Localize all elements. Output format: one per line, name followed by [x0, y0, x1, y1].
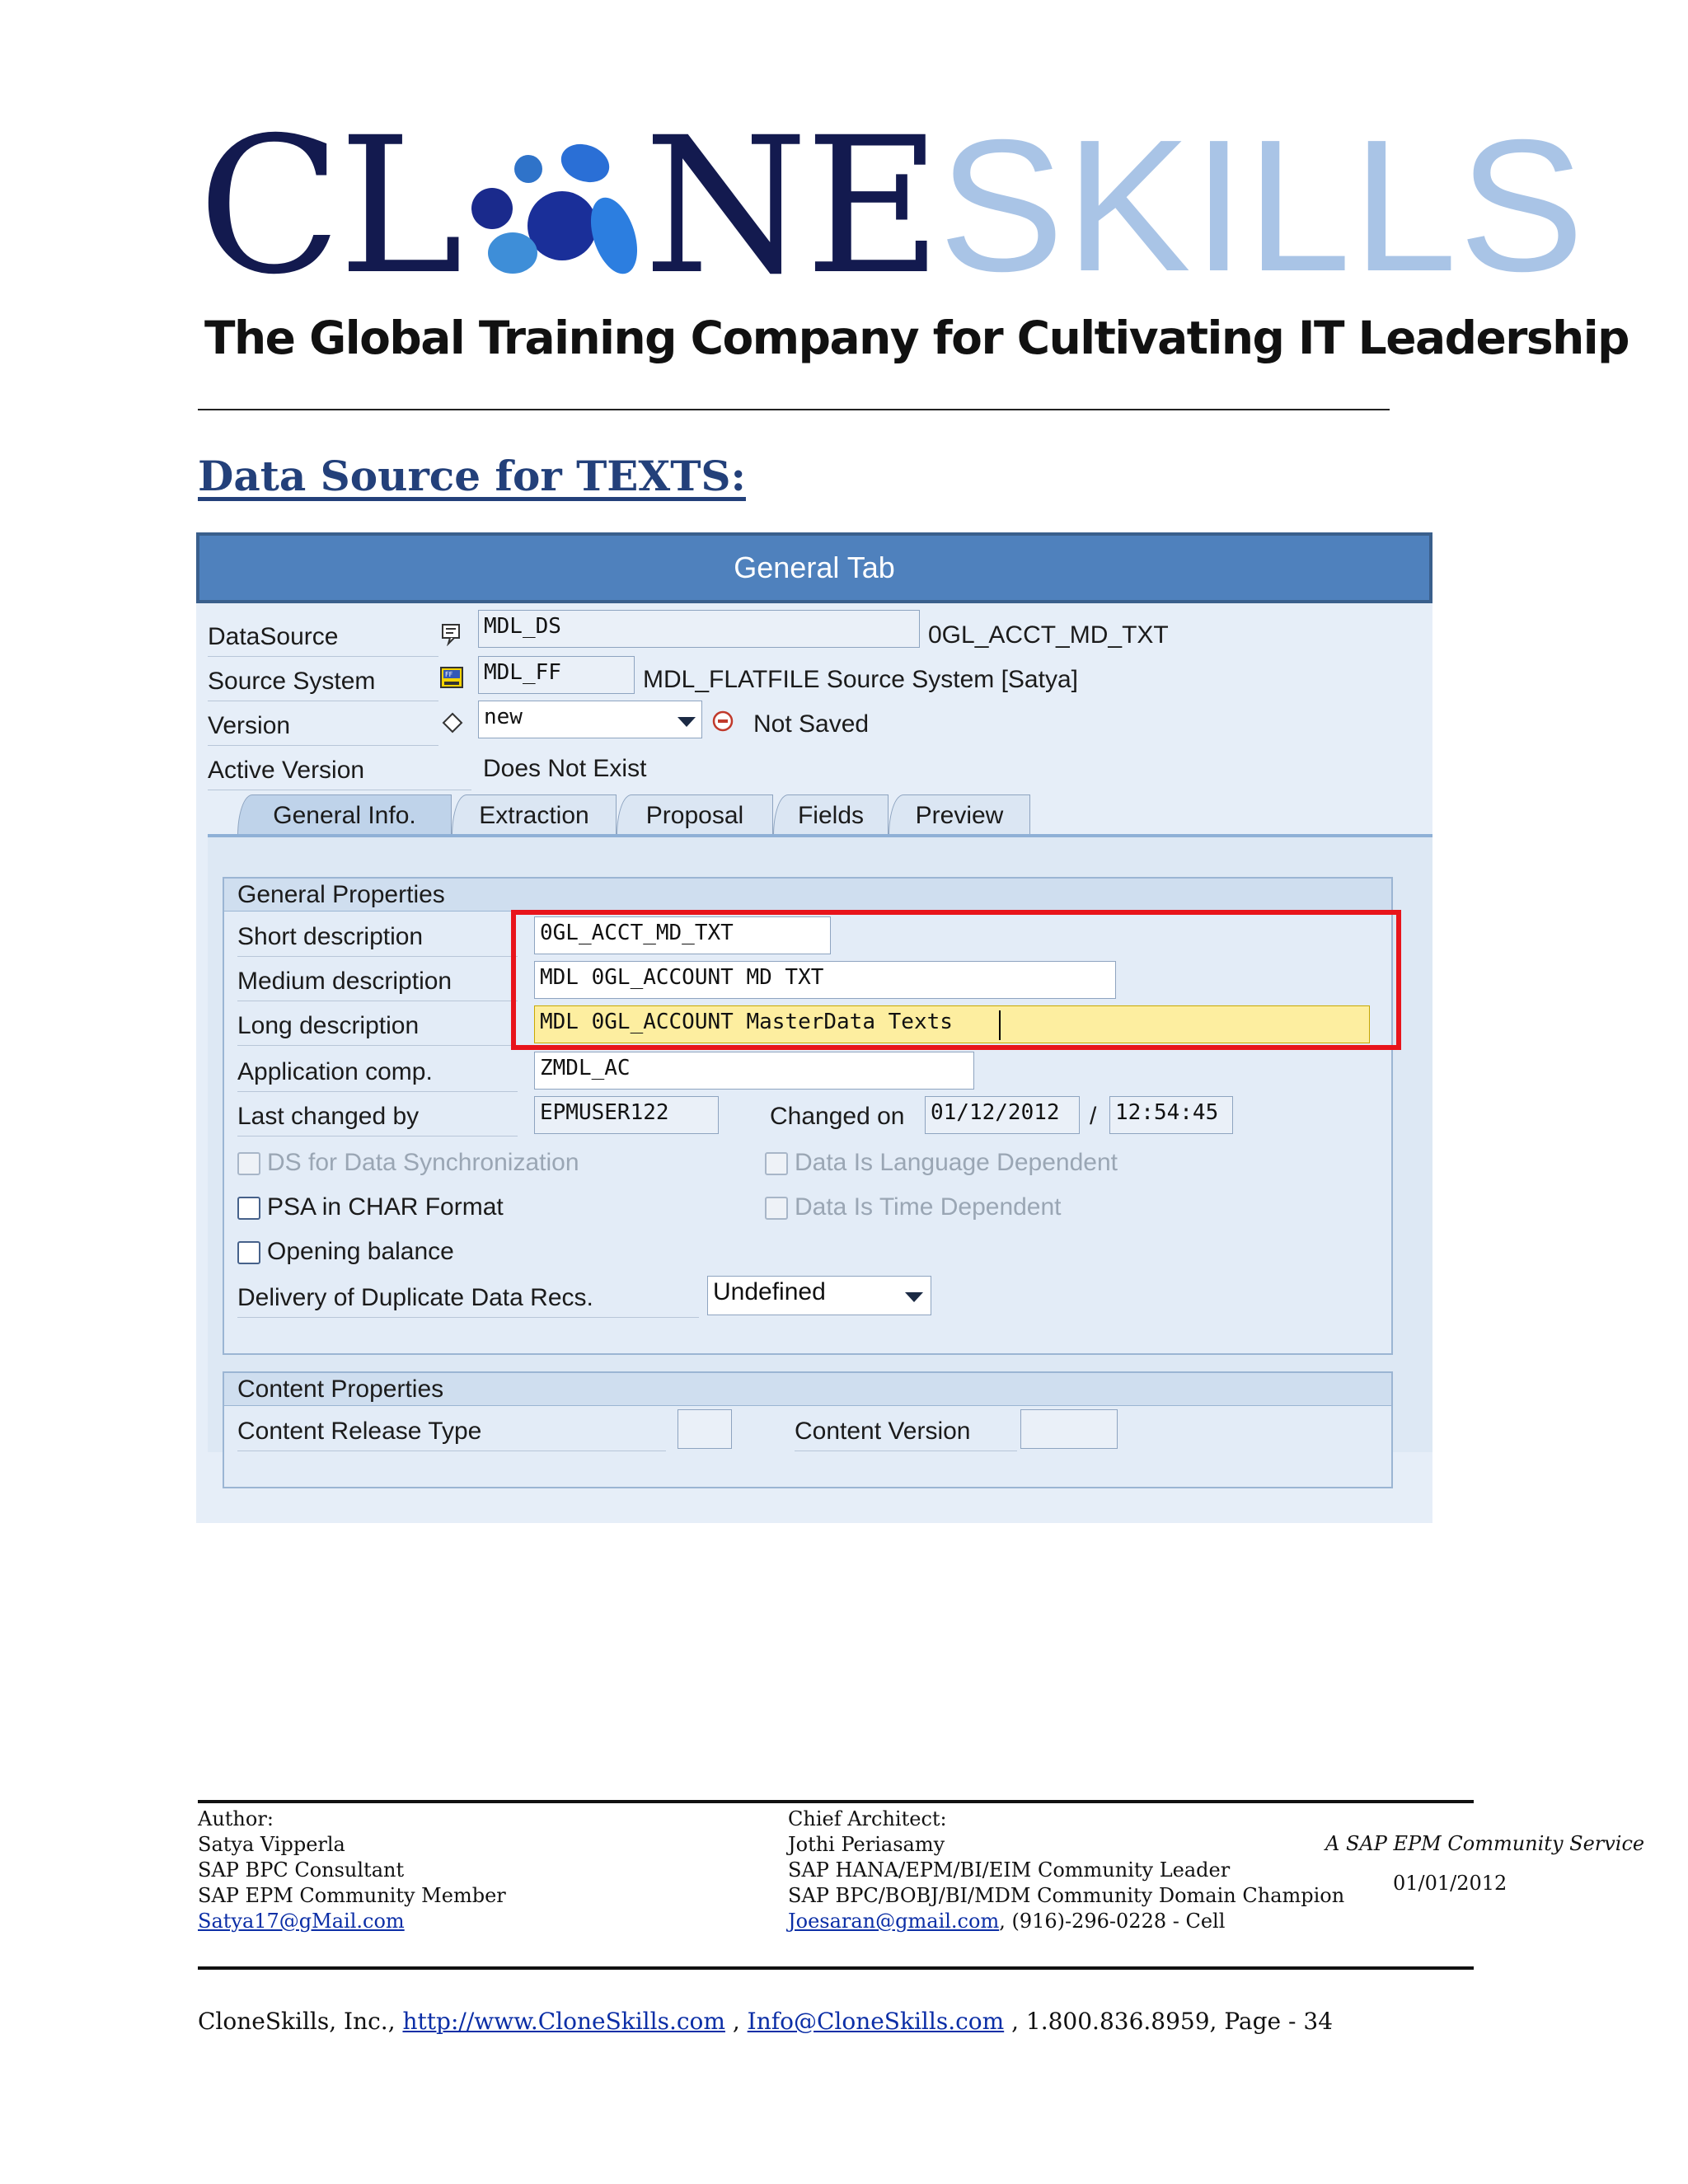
source-system-label: Source System [208, 668, 376, 695]
tab-general-info[interactable]: General Info. [237, 794, 452, 836]
ds-sync-label: DS for Data Synchronization [267, 1149, 579, 1176]
delivery-duplicate-select[interactable]: Undefined [707, 1276, 931, 1315]
phone-and-page: , 1.800.836.8959, Page - 34 [1004, 2008, 1334, 2035]
tab-preview[interactable]: Preview [889, 794, 1030, 836]
architect-role-2: SAP BPC/BOBJ/BI/MDM Community Domain Cha… [788, 1884, 1345, 1907]
window-title: General Tab [196, 532, 1432, 603]
version-dropdown-icon[interactable] [678, 717, 696, 727]
medium-description-label: Medium description [237, 968, 452, 995]
author-role-1: SAP BPC Consultant [198, 1858, 405, 1882]
svg-text:FF: FF [445, 671, 453, 678]
last-changed-by-field: EPMUSER122 [534, 1096, 719, 1134]
general-properties-title: General Properties [224, 879, 1391, 912]
community-service: A SAP EPM Community Service [1325, 1832, 1645, 1855]
language-dependent-checkbox [765, 1152, 788, 1175]
time-dependent-label: Data Is Time Dependent [795, 1193, 1062, 1221]
author-role-2: SAP EPM Community Member [198, 1884, 506, 1907]
website-link[interactable]: http://www.CloneSkills.com [403, 2008, 725, 2035]
architect-phone: , (916)-296-0228 - Cell [999, 1910, 1226, 1933]
delivery-dropdown-icon[interactable] [905, 1292, 923, 1302]
flatfile-system-icon[interactable]: FF [438, 664, 467, 692]
content-properties-title: Content Properties [224, 1373, 1391, 1406]
cloneskills-logo: CL NE SKILLS [198, 96, 1584, 316]
minus-circle-icon [709, 707, 737, 735]
footer-contact-line: CloneSkills, Inc., http://www.CloneSkill… [198, 2008, 1333, 2035]
architect-name: Jothi Periasamy [788, 1833, 945, 1856]
version-status: Not Saved [753, 710, 870, 738]
source-system-field[interactable]: MDL_FF [478, 656, 635, 694]
opening-balance-checkbox[interactable] [237, 1241, 260, 1264]
language-dependent-label: Data Is Language Dependent [795, 1149, 1118, 1176]
content-version-label: Content Version [795, 1418, 971, 1445]
footer-bottom-rule [198, 1966, 1474, 1970]
source-system-description: MDL_FLATFILE Source System [Satya] [643, 666, 1078, 693]
footer-architect-block: Chief Architect: Jothi Periasamy SAP HAN… [788, 1807, 1344, 1934]
short-description-label: Short description [237, 923, 424, 950]
datasource-icon[interactable] [438, 620, 467, 648]
logo-text-ne: NE [643, 96, 942, 316]
changed-on-label: Changed on [770, 1103, 905, 1130]
author-name: Satya Vipperla [198, 1833, 345, 1856]
psa-char-checkbox[interactable] [237, 1197, 260, 1220]
architect-label: Chief Architect: [788, 1807, 947, 1830]
datasource-field[interactable]: MDL_DS [478, 610, 920, 648]
logo-dots-icon [463, 124, 646, 288]
company-name: CloneSkills, Inc., [198, 2008, 403, 2035]
datasource-label: DataSource [208, 623, 339, 650]
delivery-duplicate-label: Delivery of Duplicate Data Recs. [237, 1284, 593, 1311]
author-label: Author: [198, 1807, 274, 1830]
tab-extraction[interactable]: Extraction [452, 794, 617, 836]
footer-date: 01/01/2012 [1393, 1872, 1507, 1895]
logo-text-cl: CL [198, 96, 463, 316]
active-version-value: Does Not Exist [483, 755, 647, 782]
version-select[interactable]: new [478, 701, 702, 738]
tab-proposal[interactable]: Proposal [617, 794, 773, 836]
active-version-label: Active Version [208, 757, 365, 784]
long-description-label: Long description [237, 1012, 420, 1039]
separator-1: , [724, 2008, 748, 2035]
ds-sync-checkbox [237, 1152, 260, 1175]
tab-fields[interactable]: Fields [773, 794, 889, 836]
architect-email-link[interactable]: Joesaran@gmail.com [788, 1910, 999, 1933]
datasource-description: 0GL_ACCT_MD_TXT [928, 621, 1169, 649]
page-heading: Data Source for TEXTS: [198, 452, 746, 500]
changed-on-date: 01/12/2012 [925, 1096, 1080, 1134]
time-dependent-checkbox [765, 1197, 788, 1220]
header-divider [198, 409, 1390, 410]
changed-on-time: 12:54:45 [1109, 1096, 1233, 1134]
content-version-field [1020, 1409, 1118, 1449]
date-time-separator: / [1090, 1103, 1097, 1130]
application-comp-label: Application comp. [237, 1058, 433, 1085]
diamond-icon [438, 709, 467, 737]
version-label: Version [208, 712, 291, 739]
logo-text-skills: SKILLS [938, 101, 1586, 311]
architect-role-1: SAP HANA/EPM/BI/EIM Community Leader [788, 1858, 1231, 1882]
footer-author-block: Author: Satya Vipperla SAP BPC Consultan… [198, 1807, 506, 1934]
opening-balance-label: Opening balance [267, 1238, 454, 1265]
tagline: The Global Training Company for Cultivat… [204, 312, 1630, 364]
application-comp-field[interactable]: ZMDL_AC [534, 1052, 974, 1090]
author-email-link[interactable]: Satya17@gMail.com [198, 1910, 405, 1933]
content-release-type-label: Content Release Type [237, 1418, 482, 1445]
content-release-type-field [678, 1409, 732, 1449]
footer-top-rule [198, 1800, 1474, 1803]
info-email-link[interactable]: Info@CloneSkills.com [748, 2008, 1005, 2035]
last-changed-by-label: Last changed by [237, 1103, 420, 1130]
highlight-box [511, 910, 1401, 1050]
psa-char-label: PSA in CHAR Format [267, 1193, 504, 1221]
sap-datasource-window: General Tab DataSource MDL_DS 0GL_ACCT_M… [196, 532, 1432, 1523]
